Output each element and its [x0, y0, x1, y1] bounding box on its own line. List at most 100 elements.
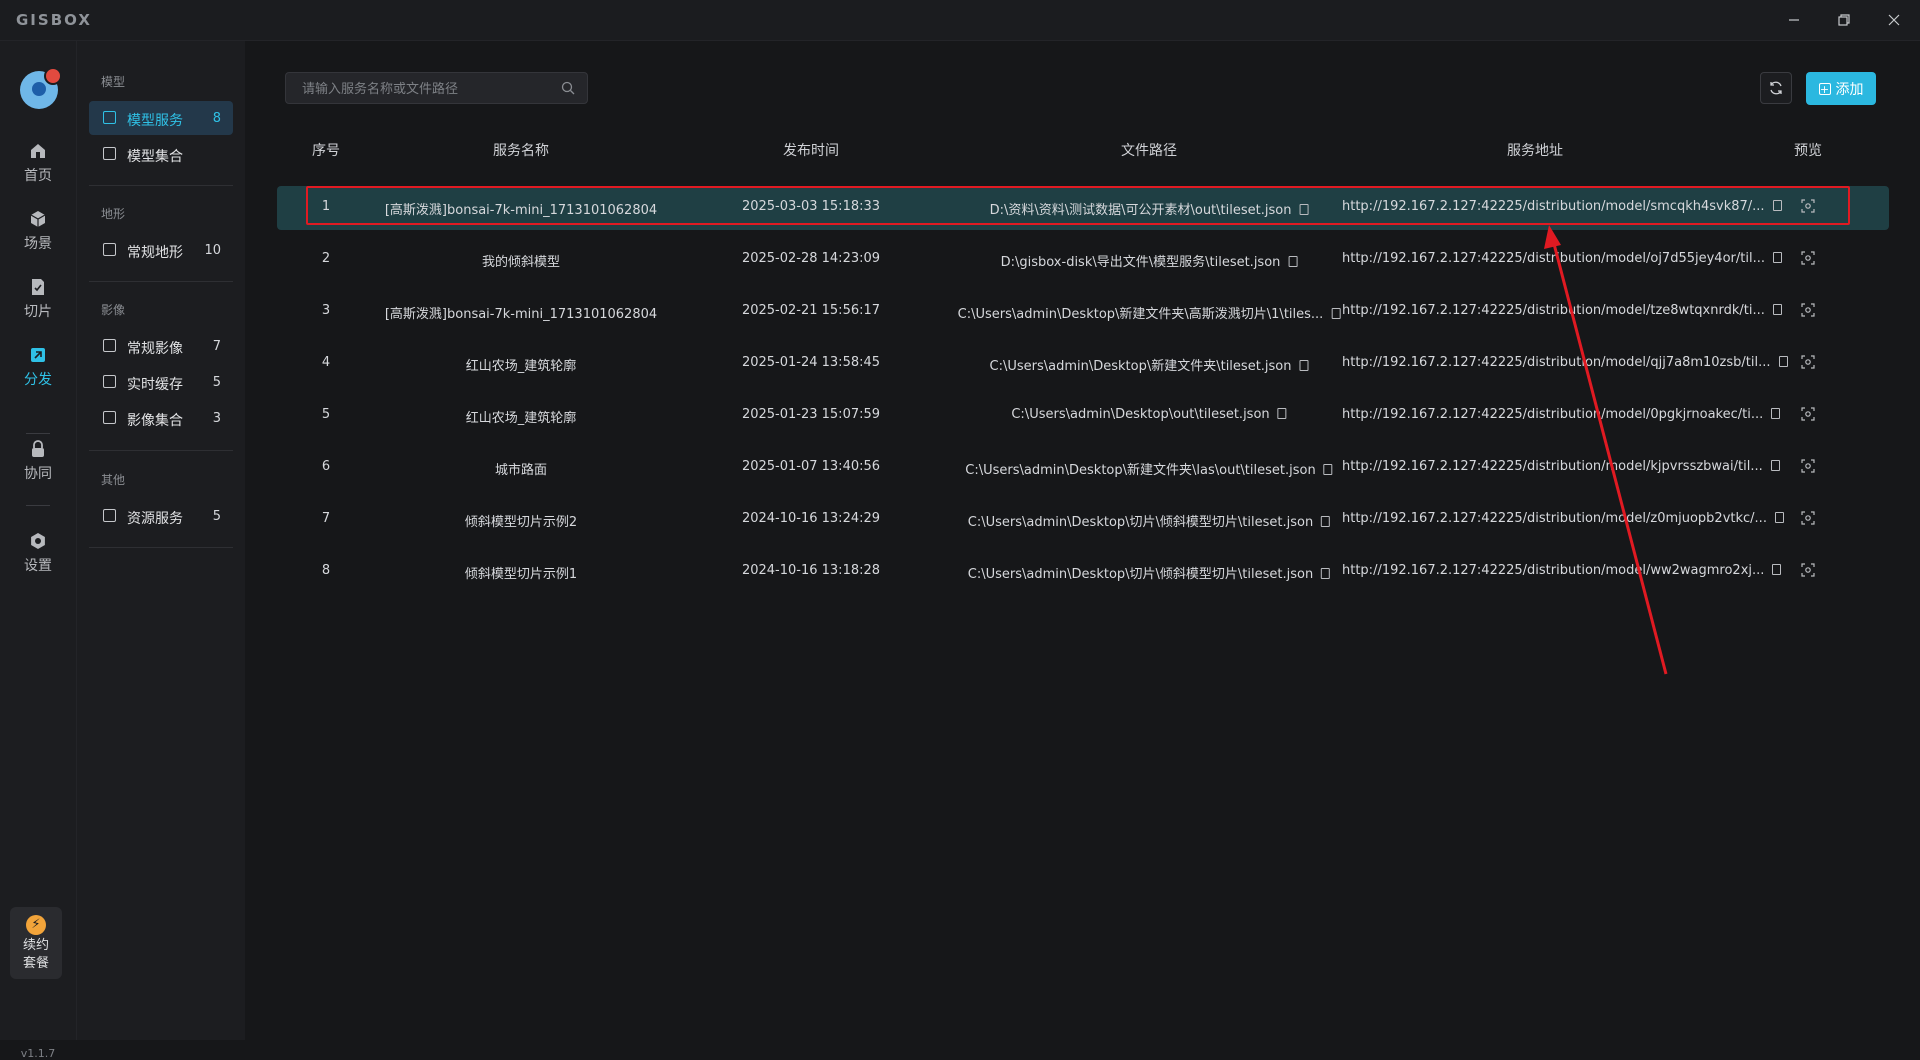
cell-time: 2025-01-07 13:40:56 — [741, 459, 881, 474]
cell-url: http://192.167.2.127:42225/distribution/… — [1342, 563, 1782, 578]
restore-button[interactable] — [1826, 6, 1862, 34]
copy-path-icon[interactable] — [1277, 408, 1287, 419]
group-title-model: 模型 — [101, 75, 126, 89]
gear-icon — [31, 533, 45, 549]
cell-path: C:\Users\admin\Desktop\新建文件夹\las\out\til… — [965, 459, 1333, 478]
copy-path-icon[interactable] — [1321, 516, 1331, 527]
sidebar-item-imagery[interactable]: 常规影像 7 — [89, 329, 233, 363]
col-header-url: 服务地址 — [1507, 143, 1563, 159]
preview-icon[interactable] — [1801, 199, 1815, 213]
cell-path-text: C:\Users\admin\Desktop\切片\倾斜模型切片\tileset… — [967, 515, 1314, 530]
sidebar-item-label: 常规影像 — [127, 341, 183, 357]
cell-no: 2 — [321, 251, 331, 266]
table-row[interactable]: 7 倾斜模型切片示例2 2024-10-16 13:24:29 C:\Users\ad… — [277, 498, 1889, 542]
close-button[interactable] — [1876, 6, 1912, 34]
sidebar-item-terrain[interactable]: 常规地形 10 — [89, 233, 233, 267]
rail-item-slice[interactable]: 切片 — [0, 277, 76, 321]
copy-url-icon[interactable] — [1770, 460, 1780, 471]
preview-icon[interactable] — [1801, 459, 1815, 473]
col-header-preview: 预览 — [1794, 143, 1822, 159]
cell-path-text: D:\gisbox-disk\导出文件\模型服务\tileset.json — [1000, 255, 1281, 270]
table-row[interactable]: 1 [高斯泼溅]bonsai-7k-mini_1713101062804 2025-… — [277, 186, 1889, 230]
sidebar-divider — [89, 185, 233, 186]
cell-url: http://192.167.2.127:42225/distribution/… — [1342, 303, 1782, 318]
sidebar-item-count: 7 — [212, 339, 221, 354]
copy-path-icon[interactable] — [1323, 464, 1333, 475]
sidebar-item-imagery-collection[interactable]: 影像集合 3 — [89, 401, 233, 435]
copy-url-icon[interactable] — [1772, 304, 1782, 315]
cell-time: 2025-03-03 15:18:33 — [741, 199, 881, 214]
copy-url-icon[interactable] — [1778, 356, 1788, 367]
refresh-button[interactable] — [1760, 72, 1792, 104]
copy-path-icon[interactable] — [1299, 204, 1309, 215]
preview-icon[interactable] — [1801, 407, 1815, 421]
cell-path-text: C:\Users\admin\Desktop\out\tileset.json — [1011, 407, 1270, 422]
rail-item-scene[interactable]: 场景 — [0, 209, 76, 253]
renew-plan-button[interactable]: ⚡ 续约 套餐 — [10, 907, 62, 979]
copy-url-icon[interactable] — [1772, 200, 1782, 211]
minimize-button[interactable] — [1776, 6, 1812, 34]
table-row[interactable]: 8 倾斜模型切片示例1 2024-10-16 13:18:28 C:\Users\ad… — [277, 550, 1889, 594]
table-row[interactable]: 4 红山农场_建筑轮廓 2025-01-24 13:58:45 C:\Users\ad… — [277, 342, 1889, 386]
sidebar-item-resource-service[interactable]: 资源服务 5 — [89, 499, 233, 533]
cube-icon — [30, 211, 46, 227]
sidebar-item-realtime-cache[interactable]: 实时缓存 5 — [89, 365, 233, 399]
cell-path: C:\Users\admin\Desktop\out\tileset.json — [1011, 407, 1287, 422]
sidebar-item-model-service[interactable]: 模型服务 8 — [89, 101, 233, 135]
imagery-icon — [103, 339, 116, 352]
preview-icon[interactable] — [1801, 511, 1815, 525]
search-input[interactable] — [300, 73, 554, 105]
copy-url-icon[interactable] — [1772, 564, 1782, 575]
cell-url-text: http://192.167.2.127:42225/distribution/… — [1342, 407, 1764, 422]
search-icon[interactable] — [561, 81, 575, 95]
copy-path-icon[interactable] — [1299, 360, 1309, 371]
home-icon — [31, 144, 45, 158]
sidebar-item-count: 5 — [212, 509, 221, 524]
add-button[interactable]: + 添加 — [1806, 72, 1876, 105]
cell-url-text: http://192.167.2.127:42225/distribution/… — [1342, 459, 1763, 474]
table-row[interactable]: 2 我的倾斜模型 2025-02-28 14:23:09 D:\gisbox-disk… — [277, 238, 1889, 282]
preview-icon[interactable] — [1801, 251, 1815, 265]
copy-path-icon[interactable] — [1331, 308, 1341, 319]
table-row[interactable]: 5 红山农场_建筑轮廓 2025-01-23 15:07:59 C:\Users\ad… — [277, 394, 1889, 438]
close-icon — [1888, 14, 1900, 26]
cell-url-text: http://192.167.2.127:42225/distribution/… — [1342, 511, 1767, 526]
sidebar-item-model-collection[interactable]: 模型集合 — [89, 137, 233, 171]
table-row[interactable]: 3 [高斯泼溅]bonsai-7k-mini_1713101062804 2025-… — [277, 290, 1889, 334]
cell-url: http://192.167.2.127:42225/distribution/… — [1342, 251, 1782, 266]
rail-item-settings[interactable]: 设置 — [0, 531, 76, 575]
sidebar-divider — [89, 281, 233, 282]
cell-path-text: C:\Users\admin\Desktop\切片\倾斜模型切片\tileset… — [967, 567, 1314, 582]
slice-icon — [32, 279, 44, 295]
copy-url-icon[interactable] — [1771, 408, 1781, 419]
preview-icon[interactable] — [1801, 303, 1815, 317]
sidebar-item-count: 3 — [212, 411, 221, 426]
rail-item-home[interactable]: 首页 — [0, 141, 76, 185]
cell-url-text: http://192.167.2.127:42225/distribution/… — [1342, 303, 1765, 318]
cell-url: http://192.167.2.127:42225/distribution/… — [1342, 407, 1781, 422]
cache-icon — [103, 375, 116, 388]
cell-no: 8 — [321, 563, 331, 578]
preview-icon[interactable] — [1801, 563, 1815, 577]
table-row[interactable]: 6 城市路面 2025-01-07 13:40:56 C:\Users\admin\D… — [277, 446, 1889, 490]
preview-icon[interactable] — [1801, 355, 1815, 369]
minimize-icon — [1789, 19, 1799, 21]
cell-url-text: http://192.167.2.127:42225/distribution/… — [1342, 563, 1765, 578]
cell-url: http://192.167.2.127:42225/distribution/… — [1342, 459, 1780, 474]
cell-no: 3 — [321, 303, 331, 318]
copy-path-icon[interactable] — [1321, 568, 1331, 579]
sidebar-item-label: 资源服务 — [127, 511, 183, 527]
distribute-icon — [31, 348, 45, 362]
copy-url-icon[interactable] — [1774, 512, 1784, 523]
rail-item-distribute[interactable]: 分发 — [0, 345, 76, 389]
copy-url-icon[interactable] — [1772, 252, 1782, 263]
cell-time: 2025-02-21 15:56:17 — [741, 303, 881, 318]
copy-path-icon[interactable] — [1288, 256, 1298, 267]
avatar[interactable] — [20, 67, 62, 109]
cell-time: 2024-10-16 13:18:28 — [741, 563, 881, 578]
cell-no: 7 — [321, 511, 331, 526]
rail-item-label: 设置 — [24, 558, 52, 574]
cell-url: http://192.167.2.127:42225/distribution/… — [1342, 511, 1784, 526]
rail-item-label: 分发 — [24, 372, 52, 388]
rail-item-collab[interactable]: 协同 — [0, 439, 76, 483]
